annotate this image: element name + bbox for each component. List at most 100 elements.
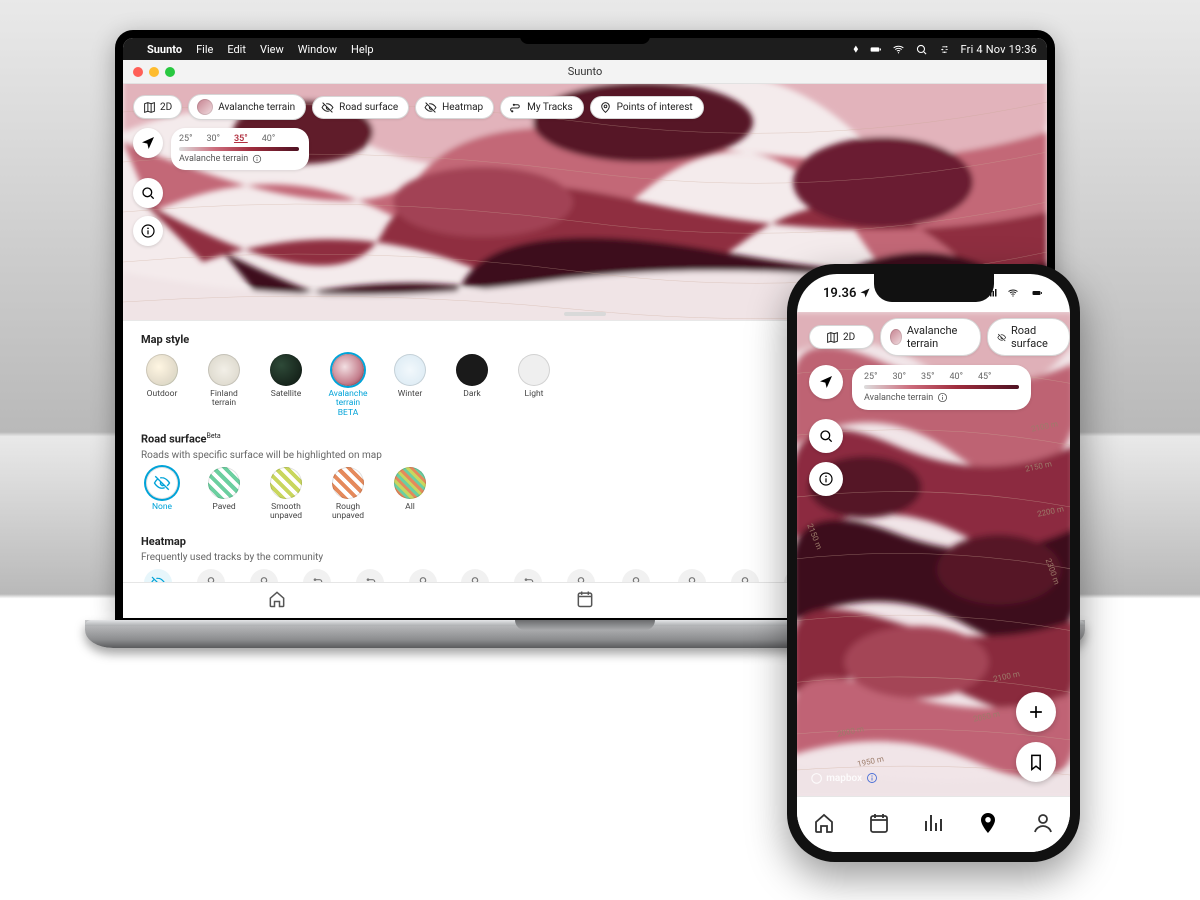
mapstyle-light[interactable]: Light: [513, 354, 555, 418]
swatch-label: Outdoor: [147, 390, 178, 399]
pill-label: Road surface: [339, 102, 398, 113]
tab-home[interactable]: [267, 589, 287, 613]
panel-drag-handle[interactable]: [564, 312, 606, 316]
map-attribution: ◯ mapbox: [811, 772, 878, 784]
tab-calendar[interactable]: [575, 589, 595, 613]
menubar-control-center-icon[interactable]: [938, 43, 951, 56]
heatmap-mtb[interactable]: Mountain biking: [352, 569, 387, 582]
road-paved[interactable]: Paved: [203, 467, 245, 522]
add-button[interactable]: [1016, 692, 1056, 732]
tab-calendar[interactable]: [867, 811, 891, 839]
legend-tick: 45°: [978, 372, 991, 382]
road-smooth[interactable]: Smooth unpaved: [265, 467, 307, 522]
road-all[interactable]: All: [389, 467, 431, 522]
view-mode-label: 2D: [160, 102, 172, 113]
heatmap-dh[interactable]: Downhill: [674, 569, 709, 582]
heatmap-walk[interactable]: All walking: [564, 569, 599, 582]
info-icon[interactable]: [937, 392, 948, 403]
view-mode-segmented[interactable]: 2D: [809, 325, 874, 349]
heatmap-roller[interactable]: Roller skiing and skating: [405, 569, 440, 582]
mapstyle-dark[interactable]: Dark: [451, 354, 493, 418]
activity-icon: [684, 575, 700, 582]
activity-icon: [520, 575, 536, 582]
road-rough[interactable]: Rough unpaved: [327, 467, 369, 522]
menubar-datetime[interactable]: Fri 4 Nov 19:36: [961, 43, 1037, 56]
menu-file[interactable]: File: [196, 43, 213, 56]
menu-help[interactable]: Help: [351, 43, 374, 56]
search-button[interactable]: [809, 419, 843, 453]
pill-label: Heatmap: [442, 102, 483, 113]
heatmap-mount[interactable]: Mountaineering: [616, 569, 656, 582]
bookmark-icon: [1026, 752, 1046, 772]
heatmap-run[interactable]: Running: [194, 569, 229, 582]
menubar-dropbox-icon[interactable]: ⬧: [853, 42, 858, 56]
swatch-label: Winter: [398, 390, 422, 399]
eye-off-icon: [997, 331, 1006, 344]
swatch-label: Paved: [212, 503, 235, 512]
info-button[interactable]: [133, 216, 163, 246]
locate-button[interactable]: [133, 128, 163, 158]
tab-stats[interactable]: [921, 811, 945, 839]
tab-map[interactable]: [976, 811, 1000, 839]
heatmap-alltrails[interactable]: All trails: [511, 569, 546, 582]
tab-profile[interactable]: [1031, 811, 1055, 839]
menubar-wifi-icon[interactable]: [892, 43, 905, 56]
mapstyle-finland[interactable]: Finland terrain: [203, 354, 245, 418]
pill-heatmap[interactable]: Heatmap: [415, 96, 494, 119]
swatch-label: Avalanche terrain BETA: [327, 390, 369, 418]
window-close[interactable]: [133, 67, 143, 77]
legend-label: Avalanche terrain: [864, 393, 933, 403]
legend-tick: 40°: [949, 372, 962, 382]
terrain-thumb-icon: [890, 329, 902, 345]
map-icon: [826, 331, 839, 344]
menu-window[interactable]: Window: [298, 43, 337, 56]
mapstyle-winter[interactable]: Winter: [389, 354, 431, 418]
menu-edit[interactable]: Edit: [227, 43, 246, 56]
search-icon: [140, 185, 156, 201]
pill-road-surface[interactable]: Road surface: [987, 318, 1070, 356]
info-icon[interactable]: [866, 772, 878, 784]
swatch-label: Dark: [463, 390, 480, 399]
locate-button[interactable]: [809, 365, 843, 399]
legend-tick: 30°: [892, 372, 905, 382]
info-icon[interactable]: [252, 154, 262, 164]
menubar-search-icon[interactable]: [915, 43, 928, 56]
pill-label: Points of interest: [617, 102, 693, 113]
mapstyle-satellite[interactable]: Satellite: [265, 354, 307, 418]
swatch-label: Satellite: [271, 390, 301, 399]
heatmap-trailrun[interactable]: Trail running: [247, 569, 282, 582]
phone-frame: 19.36: [787, 264, 1080, 862]
window-minimize[interactable]: [149, 67, 159, 77]
pill-poi[interactable]: Points of interest: [590, 96, 704, 119]
activity-icon: [150, 575, 166, 582]
mapstyle-avalanche[interactable]: Avalanche terrain BETA: [327, 354, 369, 418]
swatch-label: Rough unpaved: [327, 503, 369, 522]
tab-home[interactable]: [812, 811, 836, 839]
pill-my-tracks[interactable]: My Tracks: [500, 96, 583, 119]
eye-off-icon: [424, 101, 437, 114]
route-icon: [509, 101, 522, 114]
view-mode-segmented[interactable]: 2D: [133, 95, 182, 119]
search-button[interactable]: [133, 178, 163, 208]
heatmap-tri[interactable]: Triathlon: [458, 569, 493, 582]
swatch-label: Smooth unpaved: [265, 503, 307, 522]
heatmap-xc[interactable]: Cross-country skiing: [727, 569, 762, 582]
heatmap-none[interactable]: None: [141, 569, 176, 582]
bookmark-button[interactable]: [1016, 742, 1056, 782]
menubar-battery-icon[interactable]: [869, 43, 882, 56]
pill-road-surface[interactable]: Road surface: [312, 96, 409, 119]
legend-tick-active: 35°: [234, 134, 248, 144]
app-menu[interactable]: Suunto: [147, 43, 182, 56]
pill-avalanche-terrain[interactable]: Avalanche terrain: [880, 318, 980, 356]
heatmap-cyc[interactable]: Cycling: [299, 569, 334, 582]
menu-view[interactable]: View: [260, 43, 284, 56]
pill-label: Avalanche terrain: [907, 324, 969, 350]
info-button[interactable]: [809, 462, 843, 496]
road-none[interactable]: None: [141, 467, 183, 522]
window-zoom[interactable]: [165, 67, 175, 77]
phone-tabbar: [797, 796, 1070, 852]
mapstyle-outdoor[interactable]: Outdoor: [141, 354, 183, 418]
pill-avalanche-terrain[interactable]: Avalanche terrain: [188, 94, 306, 120]
legend-gradient: [179, 147, 299, 151]
map-canvas[interactable]: 2100 m 2150 m 2200 m 2300 m 2150 m 2100 …: [797, 312, 1070, 796]
